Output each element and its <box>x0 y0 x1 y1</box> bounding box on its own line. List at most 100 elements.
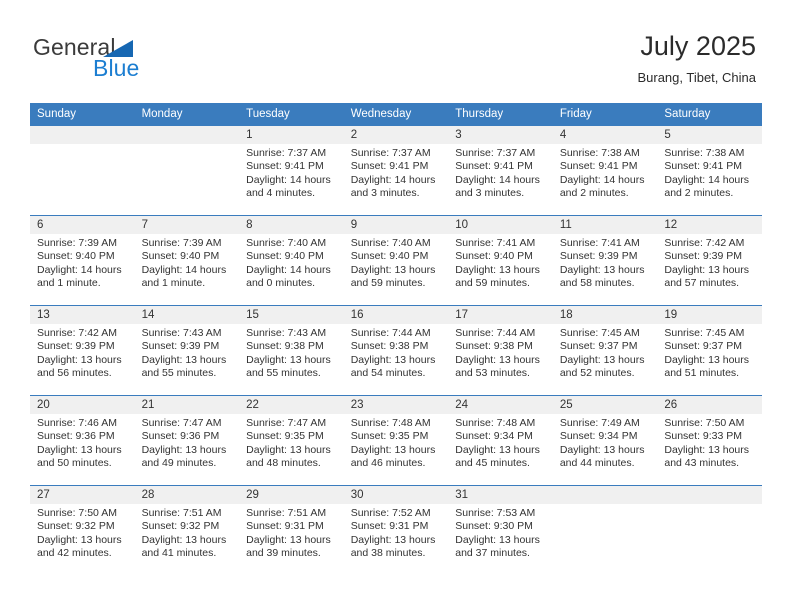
calendar-day-cell[interactable]: 14 Sunrise: 7:43 AM Sunset: 9:39 PM Dayligh… <box>134 305 240 396</box>
day-details: Sunrise: 7:44 AM Sunset: 9:38 PM Daylight:… <box>448 324 553 381</box>
day-number <box>30 126 135 144</box>
daylight-duration-line2: and 59 minutes. <box>350 277 426 290</box>
sunset-time: Sunset: 9:40 PM <box>246 250 324 263</box>
daylight-duration-line2: and 2 minutes. <box>664 187 734 200</box>
day-details: Sunrise: 7:39 AM Sunset: 9:40 PM Daylight:… <box>30 234 135 291</box>
sunrise-time: Sunrise: 7:43 AM <box>246 327 327 339</box>
day-number: 26 <box>657 396 762 414</box>
day-details: Sunrise: 7:37 AM Sunset: 9:41 PM Daylight:… <box>448 144 553 201</box>
daylight-duration-line1: Daylight: 13 hours <box>37 533 122 546</box>
sunset-time: Sunset: 9:34 PM <box>455 430 533 443</box>
day-details: Sunrise: 7:47 AM Sunset: 9:36 PM Daylight:… <box>135 414 240 471</box>
calendar-day-cell[interactable]: 21 Sunrise: 7:47 AM Sunset: 9:36 PM Dayligh… <box>134 395 240 486</box>
calendar-table: Sunday Monday Tuesday Wednesday Thursday… <box>30 103 762 575</box>
sunrise-time: Sunrise: 7:48 AM <box>455 417 536 429</box>
sunset-time: Sunset: 9:41 PM <box>246 160 324 173</box>
sunset-time: Sunset: 9:38 PM <box>246 340 324 353</box>
sunset-time: Sunset: 9:40 PM <box>37 250 115 263</box>
daylight-duration-line1: Daylight: 13 hours <box>350 353 436 366</box>
sunset-time: Sunset: 9:32 PM <box>141 520 220 533</box>
daylight-duration-line1: Daylight: 13 hours <box>246 443 331 456</box>
daylight-duration-line1: Daylight: 13 hours <box>350 533 436 546</box>
calendar-day-cell[interactable]: 24 Sunrise: 7:48 AM Sunset: 9:34 PM Dayligh… <box>448 395 553 486</box>
daylight-duration-line2: and 49 minutes. <box>141 457 217 470</box>
calendar-day-cell[interactable]: 10 Sunrise: 7:41 AM Sunset: 9:40 PM Dayligh… <box>448 215 553 306</box>
page-title: July 2025 <box>640 31 756 61</box>
daylight-duration-line1: Daylight: 13 hours <box>246 533 331 546</box>
calendar-day-cell[interactable]: 3 Sunrise: 7:37 AM Sunset: 9:41 PM Daylight… <box>448 125 553 216</box>
calendar-day-cell[interactable]: 30 Sunrise: 7:52 AM Sunset: 9:31 PM Dayligh… <box>343 485 449 575</box>
daylight-duration-line2: and 37 minutes. <box>455 547 530 560</box>
day-details: Sunrise: 7:52 AM Sunset: 9:31 PM Daylight:… <box>344 504 449 561</box>
day-details: Sunrise: 7:38 AM Sunset: 9:41 PM Daylight:… <box>553 144 658 201</box>
calendar-day-cell[interactable]: 13 Sunrise: 7:42 AM Sunset: 9:39 PM Dayligh… <box>30 305 135 396</box>
sunrise-time: Sunrise: 7:52 AM <box>350 507 431 519</box>
daylight-duration-line2: and 4 minutes. <box>246 187 316 200</box>
sunrise-time: Sunrise: 7:44 AM <box>455 327 536 339</box>
day-cell-inner: 13 Sunrise: 7:42 AM Sunset: 9:39 PM Dayligh… <box>30 306 135 395</box>
sunrise-time: Sunrise: 7:42 AM <box>37 327 117 339</box>
day-details: Sunrise: 7:43 AM Sunset: 9:38 PM Daylight:… <box>239 324 344 381</box>
day-cell-inner: 24 Sunrise: 7:48 AM Sunset: 9:34 PM Dayligh… <box>448 396 553 485</box>
day-number: 5 <box>657 126 762 144</box>
day-details: Sunrise: 7:38 AM Sunset: 9:41 PM Daylight:… <box>657 144 762 201</box>
calendar-day-cell[interactable]: 26 Sunrise: 7:50 AM Sunset: 9:33 PM Dayligh… <box>657 395 762 486</box>
day-number: 31 <box>448 486 553 504</box>
calendar-day-cell-empty <box>657 485 762 575</box>
day-number: 21 <box>134 396 240 414</box>
sunrise-time: Sunrise: 7:45 AM <box>559 327 640 339</box>
sunset-time: Sunset: 9:39 PM <box>141 340 220 353</box>
sunset-time: Sunset: 9:41 PM <box>350 160 429 173</box>
sunrise-time: Sunrise: 7:53 AM <box>455 507 536 519</box>
day-number: 23 <box>343 396 449 414</box>
daylight-duration-line1: Daylight: 14 hours <box>559 173 645 186</box>
daylight-duration-line1: Daylight: 13 hours <box>455 353 540 366</box>
calendar-day-cell[interactable]: 25 Sunrise: 7:49 AM Sunset: 9:34 PM Dayligh… <box>552 395 658 486</box>
calendar-day-cell[interactable]: 17 Sunrise: 7:44 AM Sunset: 9:38 PM Dayligh… <box>448 305 553 396</box>
calendar-day-cell[interactable]: 22 Sunrise: 7:47 AM Sunset: 9:35 PM Dayligh… <box>239 395 344 486</box>
day-details: Sunrise: 7:41 AM Sunset: 9:40 PM Daylight:… <box>448 234 553 291</box>
calendar-day-cell[interactable]: 8 Sunrise: 7:40 AM Sunset: 9:40 PM Daylight… <box>239 215 344 306</box>
daylight-duration-line2: and 46 minutes. <box>350 457 426 470</box>
day-number: 15 <box>239 306 344 324</box>
calendar-day-cell[interactable]: 31 Sunrise: 7:53 AM Sunset: 9:30 PM Dayligh… <box>448 485 553 575</box>
day-cell-inner: 3 Sunrise: 7:37 AM Sunset: 9:41 PM Daylight… <box>448 126 553 215</box>
day-number: 12 <box>657 216 762 234</box>
calendar-day-cell[interactable]: 5 Sunrise: 7:38 AM Sunset: 9:41 PM Daylight… <box>657 125 762 216</box>
day-number: 20 <box>30 396 135 414</box>
day-details <box>657 504 762 507</box>
calendar-day-cell[interactable]: 7 Sunrise: 7:39 AM Sunset: 9:40 PM Daylight… <box>134 215 240 306</box>
calendar-day-cell[interactable]: 1 Sunrise: 7:37 AM Sunset: 9:41 PM Daylight… <box>239 125 344 216</box>
daylight-duration-line2: and 3 minutes. <box>350 187 420 200</box>
calendar-day-cell[interactable]: 4 Sunrise: 7:38 AM Sunset: 9:41 PM Daylight… <box>552 125 658 216</box>
calendar-day-cell[interactable]: 6 Sunrise: 7:39 AM Sunset: 9:40 PM Daylight… <box>30 215 135 306</box>
calendar-day-cell[interactable]: 16 Sunrise: 7:44 AM Sunset: 9:38 PM Dayligh… <box>343 305 449 396</box>
daylight-duration-line1: Daylight: 13 hours <box>664 263 750 276</box>
calendar-day-cell[interactable]: 9 Sunrise: 7:40 AM Sunset: 9:40 PM Daylight… <box>343 215 449 306</box>
sunset-time: Sunset: 9:40 PM <box>350 250 429 263</box>
day-cell-inner: 23 Sunrise: 7:48 AM Sunset: 9:35 PM Dayligh… <box>343 396 449 485</box>
calendar-day-cell[interactable]: 29 Sunrise: 7:51 AM Sunset: 9:31 PM Dayligh… <box>239 485 344 575</box>
calendar-day-cell[interactable]: 12 Sunrise: 7:42 AM Sunset: 9:39 PM Dayligh… <box>657 215 762 306</box>
calendar-day-cell[interactable]: 18 Sunrise: 7:45 AM Sunset: 9:37 PM Dayligh… <box>552 305 658 396</box>
day-details: Sunrise: 7:50 AM Sunset: 9:33 PM Daylight:… <box>657 414 762 471</box>
weekday-header-saturday: Saturday <box>657 103 762 126</box>
calendar-day-cell[interactable]: 19 Sunrise: 7:45 AM Sunset: 9:37 PM Dayligh… <box>657 305 762 396</box>
sunrise-time: Sunrise: 7:38 AM <box>559 147 640 159</box>
calendar-day-cell[interactable]: 28 Sunrise: 7:51 AM Sunset: 9:32 PM Dayligh… <box>134 485 240 575</box>
day-cell-inner <box>552 486 658 575</box>
calendar-day-cell[interactable]: 27 Sunrise: 7:50 AM Sunset: 9:32 PM Dayligh… <box>30 485 135 575</box>
day-details: Sunrise: 7:39 AM Sunset: 9:40 PM Daylight:… <box>135 234 240 291</box>
calendar-day-cell[interactable]: 15 Sunrise: 7:43 AM Sunset: 9:38 PM Dayligh… <box>239 305 344 396</box>
day-number <box>552 486 658 504</box>
daylight-duration-line2: and 58 minutes. <box>559 277 635 290</box>
daylight-duration-line1: Daylight: 14 hours <box>246 263 331 276</box>
calendar-day-cell[interactable]: 20 Sunrise: 7:46 AM Sunset: 9:36 PM Dayligh… <box>30 395 135 486</box>
calendar-day-cell[interactable]: 23 Sunrise: 7:48 AM Sunset: 9:35 PM Dayligh… <box>343 395 449 486</box>
calendar-day-cell[interactable]: 2 Sunrise: 7:37 AM Sunset: 9:41 PM Daylight… <box>343 125 449 216</box>
daylight-duration-line1: Daylight: 13 hours <box>141 533 227 546</box>
calendar-day-cell[interactable]: 11 Sunrise: 7:41 AM Sunset: 9:39 PM Dayligh… <box>552 215 658 306</box>
sunset-time: Sunset: 9:39 PM <box>559 250 638 263</box>
day-details: Sunrise: 7:37 AM Sunset: 9:41 PM Daylight:… <box>239 144 344 201</box>
daylight-duration-line1: Daylight: 13 hours <box>559 263 645 276</box>
